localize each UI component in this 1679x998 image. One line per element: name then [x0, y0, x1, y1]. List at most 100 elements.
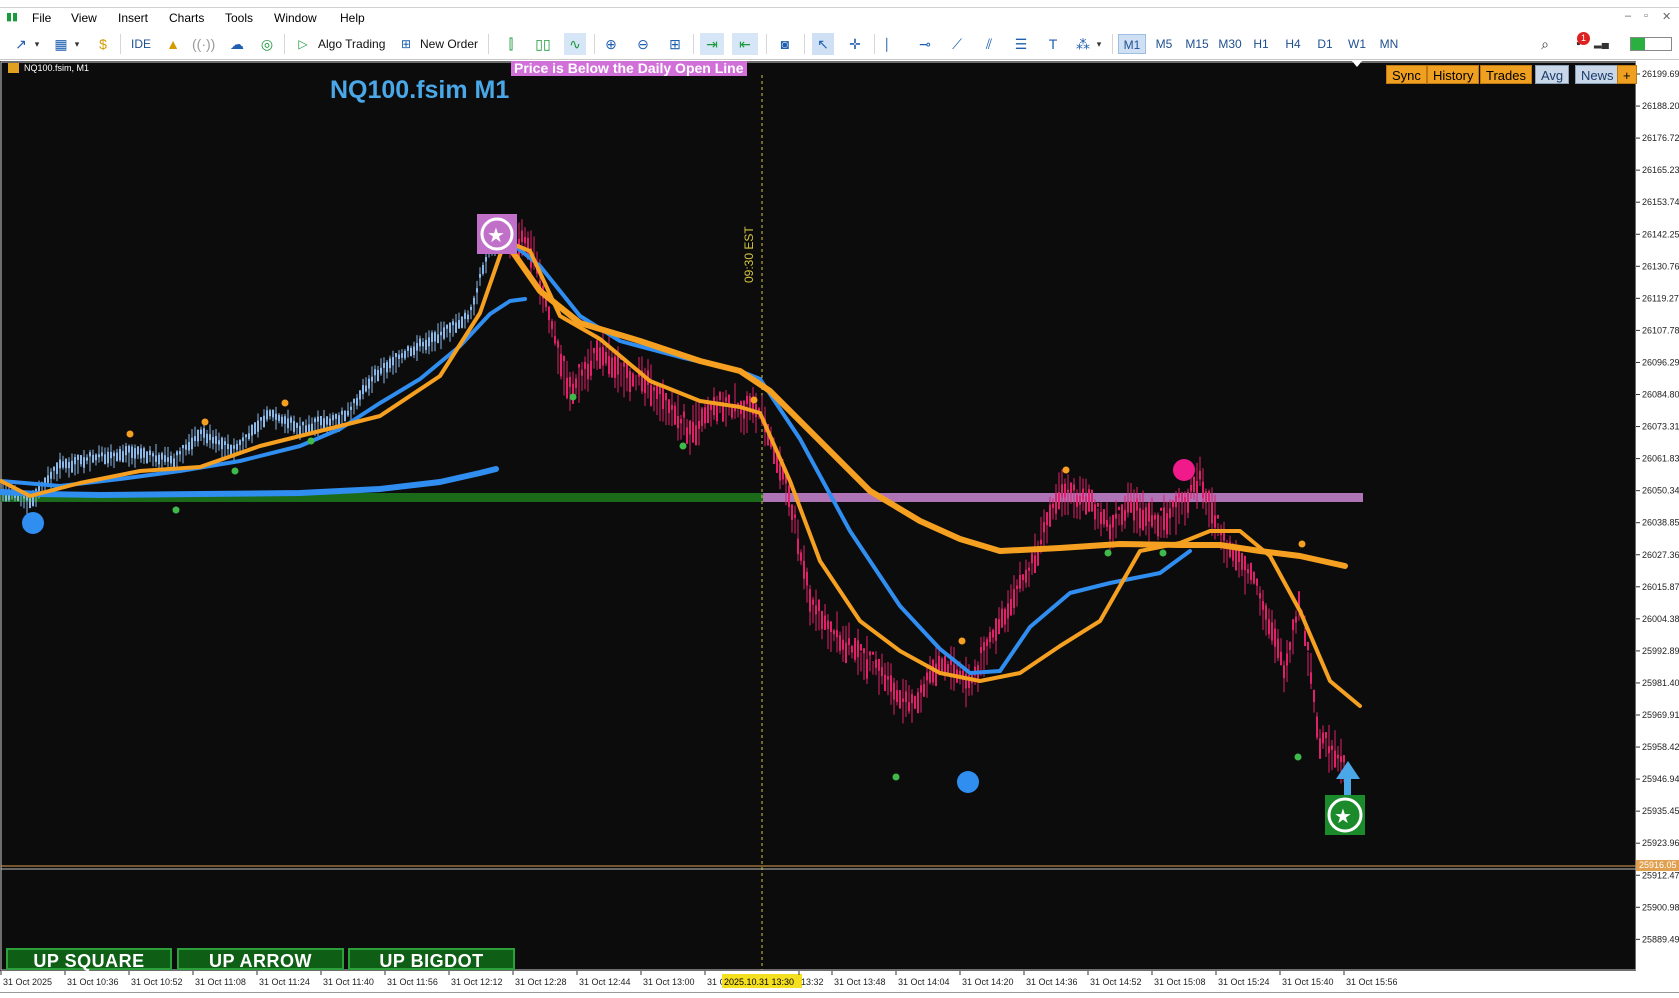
candle-body	[62, 461, 64, 468]
candle-body	[122, 451, 124, 463]
up-bigdot-button[interactable]: UP BIGDOT	[348, 948, 515, 971]
menu-charts[interactable]: Charts	[167, 10, 206, 26]
candle-body	[791, 504, 793, 520]
candle-body	[341, 410, 343, 415]
candle-body	[1292, 619, 1294, 631]
menu-file[interactable]: File	[30, 10, 53, 26]
new-order-icon[interactable]: ⊞	[398, 33, 414, 55]
candle-body	[422, 342, 424, 347]
candle-body	[1148, 502, 1150, 522]
up-arrow-button[interactable]: UP ARROW	[177, 948, 344, 971]
avg-button[interactable]: Avg	[1535, 65, 1570, 84]
timeframe-d1[interactable]: D1	[1312, 34, 1338, 54]
bar-chart-icon[interactable]: ⫿	[500, 33, 522, 55]
market-icon[interactable]: $	[92, 33, 114, 55]
candle-body	[257, 420, 259, 432]
horizontal-line-icon[interactable]: ⊸	[914, 33, 936, 55]
line-chart-icon[interactable]: ∿	[564, 33, 586, 55]
price-axis-label: 26084.80	[1642, 390, 1679, 400]
price-axis-label: 26130.76	[1642, 261, 1679, 271]
menu-view[interactable]: View	[69, 10, 99, 26]
timeframe-h4[interactable]: H4	[1280, 34, 1306, 54]
candle-body	[125, 446, 127, 456]
timeframe-m30[interactable]: M30	[1214, 34, 1246, 54]
candle-body	[1325, 732, 1327, 739]
chart-shift-icon[interactable]: ⇤	[732, 33, 758, 55]
candle-body	[605, 352, 607, 364]
candle-body	[86, 457, 88, 461]
chevron-down-icon[interactable]: ▾	[72, 33, 82, 55]
new-chart-icon[interactable]: ↗	[10, 33, 32, 55]
toolbar-separator	[488, 34, 489, 54]
trades-button[interactable]: Trades	[1480, 65, 1532, 84]
search-icon[interactable]: ⌕	[1534, 33, 1556, 55]
timeframe-m5[interactable]: M5	[1150, 34, 1178, 54]
candle-body	[185, 444, 187, 450]
grid-icon[interactable]: ⊞	[664, 33, 686, 55]
candle-body	[872, 651, 874, 655]
play-icon[interactable]: ▷	[296, 33, 310, 55]
cloud-icon[interactable]: ☁	[226, 33, 248, 55]
vps-icon[interactable]: ◎	[256, 33, 278, 55]
signals-icon[interactable]: ▲	[162, 33, 184, 55]
new-order-button[interactable]: New Order	[420, 33, 478, 55]
fibonacci-icon[interactable]: ☰	[1010, 33, 1032, 55]
candlestick-icon[interactable]: ▯▯	[532, 33, 554, 55]
chart-shift-marker-icon[interactable]	[1352, 61, 1362, 67]
news-button[interactable]: News	[1575, 65, 1620, 84]
candle-body	[1268, 619, 1270, 635]
candle-body	[1121, 504, 1123, 525]
add-button[interactable]: +	[1617, 65, 1637, 84]
up-square-button[interactable]: UP SQUARE	[6, 948, 172, 971]
price-axis-label: 26061.83	[1642, 454, 1679, 464]
menu-help[interactable]: Help	[338, 10, 367, 26]
broadcast-icon[interactable]: ((·))	[192, 33, 215, 55]
screenshot-icon[interactable]: ◙	[774, 33, 796, 55]
algo-trading-button[interactable]: Algo Trading	[318, 33, 385, 55]
candle-body	[443, 327, 445, 339]
restore-icon[interactable]: ▫	[1644, 10, 1648, 22]
crosshair-icon[interactable]: ✛	[844, 33, 866, 55]
candle-body	[929, 671, 931, 683]
timeframe-h1[interactable]: H1	[1248, 34, 1274, 54]
trendline-icon[interactable]: ⟋	[946, 33, 968, 55]
candle-body	[1241, 552, 1243, 570]
minimize-icon[interactable]: –	[1625, 10, 1631, 22]
candle-body	[803, 560, 805, 579]
shapes-icon[interactable]: ⁂	[1072, 33, 1094, 55]
zoom-out-icon[interactable]: ⊖	[632, 33, 654, 55]
text-tool-icon[interactable]: T	[1042, 33, 1064, 55]
profiles-icon[interactable]: ▦	[50, 33, 72, 55]
menu-window[interactable]: Window	[272, 10, 319, 26]
menu-insert[interactable]: Insert	[116, 10, 150, 26]
candle-body	[713, 397, 715, 416]
candle-body	[1322, 732, 1324, 744]
chevron-down-icon[interactable]: ▾	[1094, 33, 1104, 55]
time-axis-label: 31 Oct 12:28	[515, 977, 567, 987]
vertical-line-icon[interactable]: ⎸	[882, 33, 904, 55]
candle-body	[233, 445, 235, 449]
zoom-in-icon[interactable]: ⊕	[600, 33, 622, 55]
chevron-down-icon[interactable]: ▾	[32, 33, 42, 55]
buy-bigdot	[22, 512, 44, 534]
timeframe-mn[interactable]: MN	[1374, 34, 1404, 54]
price-axis-label: 25969.91	[1642, 710, 1679, 720]
price-chart[interactable]: 26199.69 26188.20 26176.72 26165.23 26153.74…	[0, 61, 1679, 998]
candle-body	[1256, 578, 1258, 586]
timeframe-m1[interactable]: M1	[1118, 34, 1146, 54]
close-icon[interactable]: ✕	[1662, 10, 1671, 23]
ide-button[interactable]: IDE	[131, 33, 151, 55]
channel-icon[interactable]: ⫽	[978, 33, 1000, 55]
autoscroll-icon[interactable]: ⇥	[700, 33, 724, 55]
cursor-icon[interactable]: ↖	[812, 33, 834, 55]
candle-body	[1139, 508, 1141, 529]
candle-body	[1343, 755, 1345, 763]
sync-button[interactable]: Sync	[1386, 65, 1427, 84]
candle-body	[569, 376, 571, 387]
menu-tools[interactable]: Tools	[223, 10, 255, 26]
timeframe-w1[interactable]: W1	[1343, 34, 1371, 54]
timeframe-m15[interactable]: M15	[1182, 34, 1212, 54]
candle-body	[464, 312, 466, 319]
candle-body	[65, 458, 67, 469]
history-button[interactable]: History	[1427, 65, 1480, 84]
